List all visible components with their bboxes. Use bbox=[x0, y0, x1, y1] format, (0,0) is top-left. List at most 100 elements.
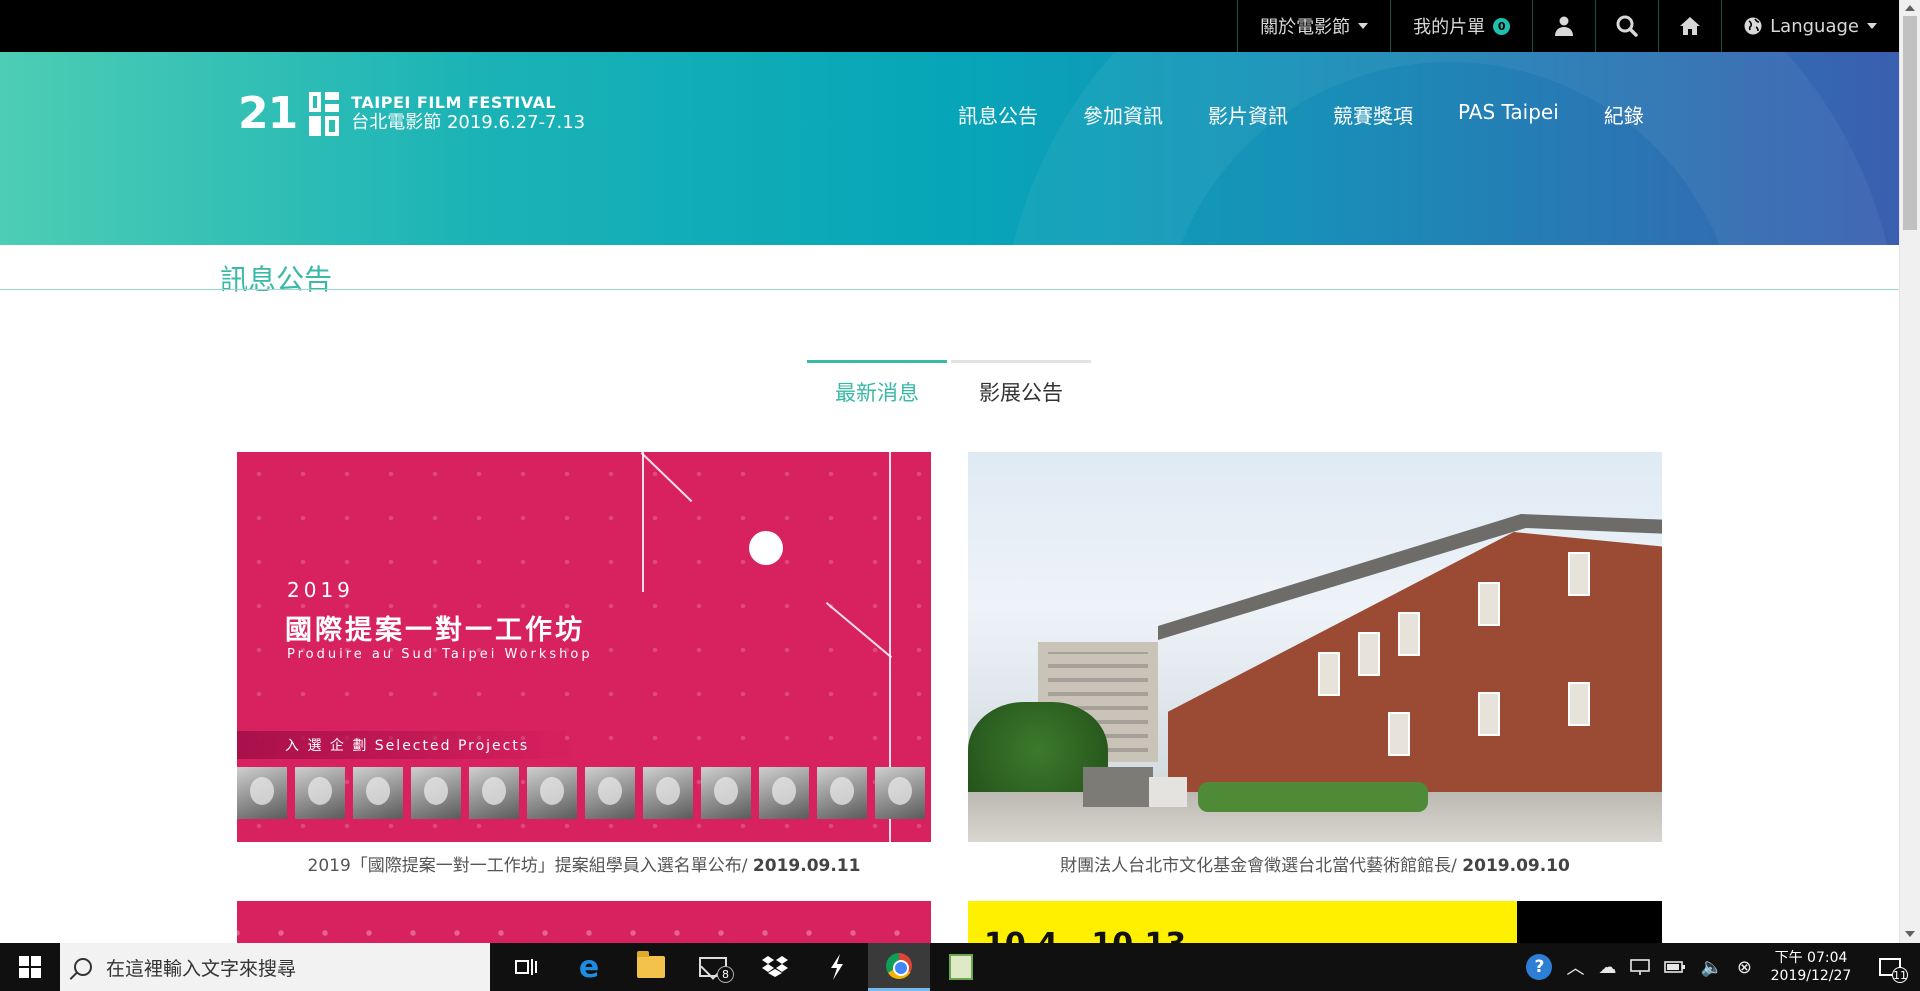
tab-latest-news[interactable]: 最新消息 bbox=[807, 360, 947, 407]
language-label: Language bbox=[1770, 15, 1859, 37]
portrait-strip bbox=[237, 767, 925, 819]
main-nav: 訊息公告 參加資訊 影片資訊 競賽獎項 PAS Taipei 紀錄 bbox=[958, 100, 1644, 129]
caret-down-icon bbox=[1358, 23, 1369, 29]
task-view-button[interactable] bbox=[496, 943, 558, 991]
mail-app[interactable]: 8 bbox=[682, 943, 744, 991]
page-title: 訊息公告 bbox=[220, 263, 333, 296]
notification-count: 11 bbox=[1892, 967, 1908, 983]
photo-window bbox=[1478, 582, 1500, 626]
decorative-pattern bbox=[237, 901, 931, 943]
clock-date: 2019/12/27 bbox=[1770, 968, 1852, 984]
photo-window bbox=[1568, 682, 1590, 726]
scroll-up-icon[interactable] bbox=[1905, 5, 1915, 11]
action-center-button[interactable]: 11 bbox=[1870, 943, 1910, 991]
scroll-thumb[interactable] bbox=[1903, 16, 1917, 230]
chevron-up-icon[interactable]: ︿ bbox=[1566, 954, 1584, 980]
my-list-count-badge: 0 bbox=[1493, 17, 1511, 35]
edge-icon: e bbox=[578, 949, 600, 985]
clock-time: 下午 07:04 bbox=[1774, 949, 1848, 966]
news-card[interactable]: 財團法人台北市文化基金會徵選台北當代藝術館館長/ 2019.09.10 bbox=[968, 452, 1662, 876]
scroll-down-icon[interactable] bbox=[1905, 931, 1915, 937]
taskbar-clock[interactable]: 下午 07:04 2019/12/27 bbox=[1766, 949, 1856, 985]
language-menu[interactable]: Language bbox=[1721, 0, 1899, 52]
site-logo[interactable]: 21 TAIPEI FILM FESTIVAL 台北電影節 2019.6.27-… bbox=[238, 90, 585, 138]
folder-icon bbox=[637, 951, 665, 978]
news-card-date: 2019.09.10 bbox=[1462, 856, 1570, 876]
title-divider bbox=[0, 289, 1899, 290]
portrait bbox=[817, 767, 867, 819]
image-headline: 國際提案一對一工作坊 bbox=[285, 615, 585, 646]
file-explorer-app[interactable] bbox=[620, 943, 682, 991]
logo-number: 21 bbox=[238, 88, 298, 139]
news-card-caption[interactable]: 2019「國際提案一對一工作坊」提案組學員入選名單公布/ 2019.09.11 bbox=[237, 851, 931, 876]
edge-app[interactable]: e bbox=[558, 943, 620, 991]
news-card-image[interactable] bbox=[968, 452, 1662, 842]
chrome-app[interactable] bbox=[868, 943, 930, 991]
news-card-image[interactable]: 2019 國際提案一對一工作坊 Produire au Sud Taipei W… bbox=[237, 452, 931, 842]
decorative-circle bbox=[749, 531, 783, 565]
portrait bbox=[701, 767, 751, 819]
taskbar-search-placeholder: 在這裡輸入文字來搜尋 bbox=[106, 957, 297, 980]
nav-records[interactable]: 紀錄 bbox=[1604, 100, 1644, 129]
news-card-caption[interactable]: 財團法人台北市文化基金會徵選台北當代藝術館館長/ 2019.09.10 bbox=[968, 851, 1662, 876]
news-tabs: 最新消息 影展公告 bbox=[807, 360, 1091, 407]
home-button[interactable] bbox=[1658, 0, 1721, 52]
help-icon[interactable]: ? bbox=[1526, 954, 1553, 980]
photo-window bbox=[1398, 612, 1420, 656]
dropbox-app[interactable] bbox=[744, 943, 806, 991]
news-card[interactable]: 10.4 - 10.13 bbox=[968, 901, 1662, 943]
mail-count-badge: 8 bbox=[717, 966, 734, 983]
nav-films[interactable]: 影片資訊 bbox=[1208, 100, 1288, 129]
account-button[interactable] bbox=[1532, 0, 1595, 52]
my-list-label: 我的片單 bbox=[1413, 17, 1486, 38]
my-list-button[interactable]: 我的片單 0 bbox=[1390, 0, 1532, 52]
taskbar-apps: e 8 bbox=[496, 943, 992, 991]
news-card-image[interactable]: 10.4 - 10.13 bbox=[968, 901, 1662, 943]
logo-name-en: TAIPEI FILM FESTIVAL bbox=[351, 93, 557, 113]
battery-icon[interactable] bbox=[1664, 960, 1686, 974]
cloud-icon[interactable]: ☁ bbox=[1598, 957, 1616, 978]
news-card-image[interactable] bbox=[237, 901, 931, 943]
portrait bbox=[875, 767, 925, 819]
bolt-app[interactable] bbox=[806, 943, 868, 991]
site-header: 21 TAIPEI FILM FESTIVAL 台北電影節 2019.6.27-… bbox=[0, 52, 1899, 245]
news-card[interactable] bbox=[237, 901, 931, 943]
logo-name-zh: 台北電影節 2019.6.27-7.13 bbox=[351, 111, 586, 133]
news-card[interactable]: 2019 國際提案一對一工作坊 Produire au Sud Taipei W… bbox=[237, 452, 931, 876]
search-icon bbox=[1616, 15, 1638, 37]
nav-announcements[interactable]: 訊息公告 bbox=[958, 100, 1038, 129]
decorative-swoosh bbox=[1000, 52, 1899, 245]
portrait bbox=[527, 767, 577, 819]
image-year: 2019 bbox=[287, 578, 354, 602]
search-button[interactable] bbox=[1595, 0, 1658, 52]
windows-taskbar: 在這裡輸入文字來搜尋 e 8 ? ︿ ☁ 🔈 ⊗ 下午 07:04 2019/1… bbox=[0, 943, 1920, 991]
news-card-date: 2019.09.11 bbox=[752, 856, 861, 876]
notepad-app[interactable] bbox=[930, 943, 992, 991]
image-band: 入 選 企 劃 Selected Projects bbox=[237, 731, 577, 759]
nav-pas-taipei[interactable]: PAS Taipei bbox=[1458, 100, 1559, 129]
utility-bar: 關於電影節 我的片單 0 Language bbox=[0, 0, 1899, 52]
home-icon bbox=[1680, 17, 1701, 35]
decorative-line bbox=[642, 452, 644, 592]
nav-participation[interactable]: 參加資訊 bbox=[1083, 100, 1163, 129]
portrait bbox=[759, 767, 809, 819]
volume-icon[interactable]: 🔈 bbox=[1700, 957, 1722, 978]
photo-window bbox=[1318, 652, 1340, 696]
start-button[interactable] bbox=[0, 943, 60, 991]
network-icon[interactable] bbox=[1630, 958, 1651, 976]
portrait bbox=[295, 767, 345, 819]
chrome-icon bbox=[886, 952, 912, 979]
taskbar-search-box[interactable]: 在這裡輸入文字來搜尋 bbox=[60, 943, 490, 991]
logo-mark-icon bbox=[309, 92, 340, 136]
nav-awards[interactable]: 競賽獎項 bbox=[1333, 100, 1413, 129]
photo-window bbox=[1358, 632, 1380, 676]
image-subtitle: Produire au Sud Taipei Workshop bbox=[287, 647, 593, 662]
bolt-icon bbox=[831, 954, 843, 980]
about-festival-menu[interactable]: 關於電影節 bbox=[1237, 0, 1390, 52]
close-circle-icon[interactable]: ⊗ bbox=[1737, 957, 1752, 978]
tab-festival-notices[interactable]: 影展公告 bbox=[951, 360, 1091, 407]
photo-truck bbox=[1083, 767, 1187, 807]
portrait bbox=[585, 767, 635, 819]
search-icon bbox=[74, 958, 92, 976]
page-scrollbar[interactable] bbox=[1899, 0, 1920, 943]
